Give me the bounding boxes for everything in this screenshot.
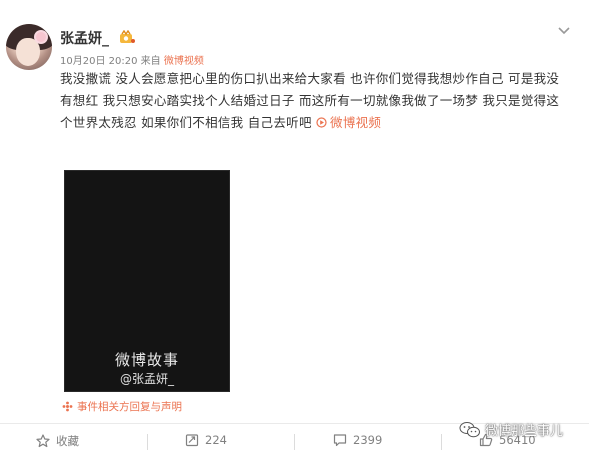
action-separator xyxy=(147,434,148,450)
watermark: 微博那些事儿 xyxy=(459,420,563,439)
comment-button[interactable]: 2399 xyxy=(333,433,382,447)
repost-button[interactable]: 224 xyxy=(185,433,227,447)
video-link-icon xyxy=(316,117,327,128)
comment-count: 2399 xyxy=(353,433,383,447)
video-brand: 微博故事 xyxy=(114,351,179,369)
related-statement-label: 事件相关方回复与声明 xyxy=(77,401,182,413)
repost-count: 224 xyxy=(205,433,227,447)
star-icon xyxy=(36,434,50,448)
flower-icon xyxy=(36,32,46,42)
source-prefix: 来自 xyxy=(140,56,161,67)
video-link-label: 微博视频 xyxy=(330,115,382,130)
post-body: 我没撒谎 没人会愿意把心里的伤口扒出来给大家看 也许你们觉得我想炒作自己 可是我… xyxy=(60,71,560,130)
action-separator xyxy=(441,434,442,450)
favorite-label: 收藏 xyxy=(56,434,79,448)
flower-icon xyxy=(62,401,73,412)
video-player[interactable]: 微博故事 @张孟妍_ xyxy=(64,170,230,392)
avatar[interactable] xyxy=(6,24,52,70)
favorite-button[interactable]: 收藏 xyxy=(36,433,79,449)
post-text: 我没撒谎 没人会愿意把心里的伤口扒出来给大家看 也许你们觉得我想炒作自己 可是我… xyxy=(60,68,570,134)
related-statement-link[interactable]: 事件相关方回复与声明 xyxy=(62,399,182,414)
wechat-icon xyxy=(459,422,480,438)
weibo-post-card: 张孟妍_ 10月20日 20:20 来自 微博视频 我没撒谎 没人会愿意把心里的… xyxy=(0,0,589,459)
post-source-link[interactable]: 微博视频 xyxy=(164,56,204,67)
author-name[interactable]: 张孟妍_ xyxy=(60,28,109,48)
post-date[interactable]: 10月20日 20:20 xyxy=(60,56,137,67)
video-link[interactable]: 微博视频 xyxy=(316,115,381,130)
post-meta: 10月20日 20:20 来自 微博视频 xyxy=(60,52,204,67)
action-separator xyxy=(294,434,295,450)
chevron-down-icon[interactable] xyxy=(557,26,571,36)
repost-icon xyxy=(185,434,199,447)
vip-badge-icon[interactable] xyxy=(119,30,135,44)
watermark-text: 微博那些事儿 xyxy=(485,424,564,439)
video-handle: @张孟妍_ xyxy=(119,372,174,386)
comment-icon xyxy=(333,434,347,447)
